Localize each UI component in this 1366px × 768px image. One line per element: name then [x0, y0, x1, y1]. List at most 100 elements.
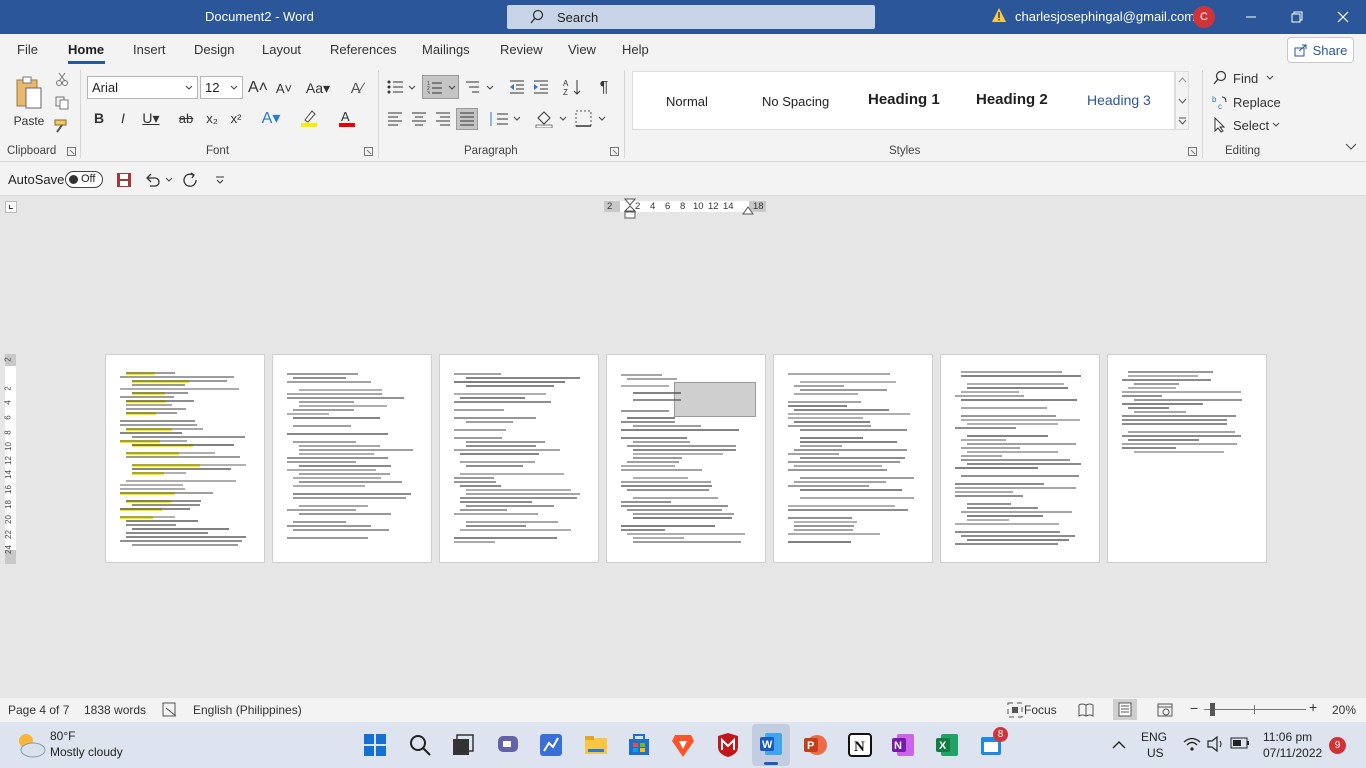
text-effects-icon[interactable]: A▾ — [256, 108, 286, 128]
weather-temp[interactable]: 80°F — [50, 729, 75, 743]
zoom-level[interactable]: 20% — [1332, 703, 1356, 717]
style-heading-3[interactable]: Heading 3 — [1087, 92, 1151, 108]
avatar[interactable]: C — [1193, 6, 1215, 28]
font-color-button[interactable]: A — [332, 108, 362, 128]
tab-file[interactable]: File — [17, 42, 38, 57]
mcafee-icon[interactable] — [716, 733, 740, 757]
borders-icon[interactable] — [575, 110, 607, 128]
account-email[interactable]: charlesjosephingal@gmail.com — [1015, 9, 1195, 24]
font-launcher-icon[interactable] — [364, 147, 373, 156]
clipboard-launcher-icon[interactable] — [67, 147, 76, 156]
right-indent-marker[interactable] — [742, 205, 754, 215]
cut-icon[interactable] — [55, 72, 69, 86]
minimize-button[interactable] — [1228, 0, 1274, 34]
focus-icon[interactable] — [1007, 702, 1023, 718]
document-page-1[interactable] — [105, 354, 265, 563]
search-icon[interactable] — [409, 734, 431, 756]
restore-button[interactable] — [1274, 0, 1320, 34]
tab-review[interactable]: Review — [500, 42, 543, 57]
task-view-icon[interactable] — [452, 734, 474, 756]
align-center-icon[interactable] — [411, 112, 427, 126]
document-page-5[interactable] — [773, 354, 933, 563]
document-page-7[interactable] — [1107, 354, 1267, 563]
clock-time[interactable]: 11:06 pm — [1263, 730, 1312, 744]
paste-button[interactable]: Paste — [10, 70, 48, 134]
battery-icon[interactable] — [1230, 737, 1250, 749]
find-button[interactable]: Find — [1212, 69, 1274, 87]
numbering-button[interactable]: 123 — [422, 75, 459, 99]
zoom-out-icon[interactable]: − — [1190, 700, 1198, 716]
bullets-icon[interactable] — [387, 80, 417, 94]
font-size-select[interactable]: 12 — [200, 76, 243, 99]
copy-icon[interactable] — [55, 96, 69, 110]
font-name-select[interactable]: Arial — [87, 76, 198, 99]
grow-font-icon[interactable]: A˄ — [248, 78, 268, 98]
tab-insert[interactable]: Insert — [133, 42, 166, 57]
style-normal[interactable]: Normal — [666, 94, 708, 109]
shrink-font-icon[interactable]: A˅ — [274, 78, 294, 98]
page-count[interactable]: Page 4 of 7 — [8, 703, 69, 717]
notification-count[interactable]: 9 — [1329, 737, 1346, 754]
brave-browser-icon[interactable] — [671, 732, 695, 758]
tab-selector[interactable] — [5, 201, 17, 213]
save-icon[interactable] — [116, 172, 132, 188]
word-taskbar-button[interactable]: W — [752, 724, 790, 766]
strikethrough-icon[interactable]: ab — [177, 108, 195, 128]
undo-icon[interactable] — [144, 172, 174, 188]
focus-label[interactable]: Focus — [1024, 703, 1057, 717]
collapse-ribbon-icon[interactable] — [1345, 143, 1357, 151]
clear-formatting-icon[interactable]: A∕ — [346, 78, 368, 98]
document-page-6[interactable] — [940, 354, 1100, 563]
volume-icon[interactable] — [1207, 736, 1225, 752]
style-heading-1[interactable]: Heading 1 — [868, 91, 940, 108]
language-top[interactable]: ENG — [1141, 730, 1167, 744]
styles-launcher-icon[interactable] — [1188, 147, 1197, 156]
web-layout-icon[interactable] — [1157, 702, 1173, 718]
whiteboard-app-icon[interactable] — [539, 733, 563, 757]
document-page-4[interactable] — [606, 354, 766, 563]
tab-home[interactable]: Home — [68, 42, 104, 57]
print-layout-button[interactable] — [1113, 699, 1137, 720]
shading-icon[interactable] — [535, 110, 567, 128]
file-explorer-icon[interactable] — [584, 733, 608, 757]
windows-start-icon[interactable] — [364, 734, 386, 756]
italic-icon[interactable]: I — [115, 108, 131, 128]
indent-marker[interactable] — [624, 198, 636, 220]
notion-icon[interactable]: N — [848, 733, 872, 757]
zoom-slider[interactable] — [1204, 709, 1306, 710]
sort-icon[interactable]: AZ — [563, 78, 583, 96]
store-icon[interactable] — [627, 733, 651, 757]
autosave-toggle[interactable]: Off — [65, 171, 103, 188]
underline-icon[interactable]: U▾ — [138, 108, 164, 128]
justify-button[interactable] — [456, 108, 478, 130]
read-mode-icon[interactable] — [1078, 702, 1094, 718]
superscript-icon[interactable]: x² — [227, 108, 245, 128]
tab-mailings[interactable]: Mailings — [422, 42, 470, 57]
redo-icon[interactable] — [182, 172, 200, 188]
wifi-icon[interactable] — [1183, 737, 1201, 751]
warning-icon[interactable] — [991, 7, 1007, 23]
document-page-3[interactable] — [439, 354, 599, 563]
replace-button[interactable]: bc Replace — [1212, 93, 1281, 111]
language-bottom[interactable]: US — [1147, 746, 1164, 760]
customize-toolbar-icon[interactable] — [215, 175, 225, 185]
subscript-icon[interactable]: x₂ — [203, 108, 221, 128]
document-page-2[interactable] — [272, 354, 432, 563]
zoom-slider-thumb[interactable] — [1210, 703, 1215, 716]
bold-icon[interactable]: B — [91, 108, 107, 128]
styles-scroller[interactable] — [1175, 71, 1189, 130]
line-spacing-icon[interactable] — [488, 111, 520, 127]
search-box[interactable]: Search — [507, 5, 875, 29]
tab-view[interactable]: View — [568, 42, 596, 57]
show-formatting-icon[interactable]: ¶ — [594, 78, 614, 98]
style-no-spacing[interactable]: No Spacing — [762, 94, 829, 109]
align-right-icon[interactable] — [435, 112, 451, 126]
tab-references[interactable]: References — [330, 42, 396, 57]
zoom-in-icon[interactable]: + — [1309, 699, 1317, 715]
tab-layout[interactable]: Layout — [262, 42, 301, 57]
decrease-indent-icon[interactable] — [509, 80, 525, 94]
clock-date[interactable]: 07/11/2022 — [1263, 746, 1322, 760]
format-painter-icon[interactable] — [54, 119, 70, 133]
paragraph-launcher-icon[interactable] — [610, 147, 619, 156]
close-button[interactable] — [1320, 0, 1366, 34]
